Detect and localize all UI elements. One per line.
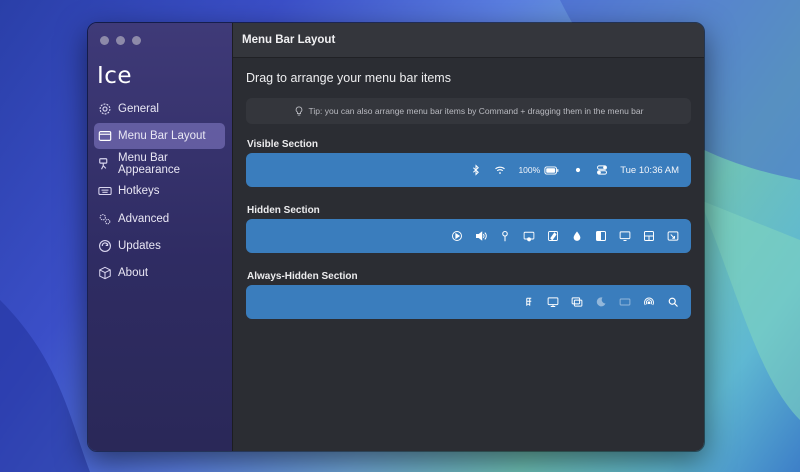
sidebar-nav: General Menu Bar Layout Menu Bar Appeara… [94,96,225,288]
sidebar-item-hotkeys[interactable]: Hotkeys [94,178,225,204]
sidebar-item-advanced[interactable]: Advanced [94,206,225,232]
always-hidden-section-bar[interactable] [246,285,691,319]
sidebar: Ice General Menu Bar Layout Menu Bar App… [88,23,232,451]
minimize-window-button[interactable] [116,36,125,45]
hidden-section-label: Hidden Section [247,205,320,216]
page-heading: Drag to arrange your menu bar items [246,71,451,85]
screen-record-icon[interactable] [523,230,535,242]
bluetooth-icon[interactable] [470,164,482,176]
sidebar-icon[interactable] [595,230,607,242]
visible-section-bar[interactable]: 100% Tue 10:36 AM [246,153,691,187]
pin-icon[interactable] [499,230,511,242]
sidebar-item-general[interactable]: General [94,96,225,122]
wifi-icon[interactable] [494,164,506,176]
volume-icon[interactable] [475,230,487,242]
search-icon[interactable] [667,296,679,308]
battery-icon[interactable] [544,165,560,176]
keypad-icon[interactable] [523,296,535,308]
sidebar-item-menu-bar-appearance[interactable]: Menu Bar Appearance [94,151,225,177]
cube-icon [99,267,111,280]
control-center-icon[interactable] [596,164,608,176]
keyboard-icon [98,187,112,196]
window-controls [100,36,141,45]
main-panel: Menu Bar Layout Drag to arrange your men… [232,23,704,451]
sidebar-item-about[interactable]: About [94,260,225,286]
moon-icon[interactable] [595,296,607,308]
window-stack-icon[interactable] [571,296,583,308]
sidebar-item-label: Menu Bar Layout [118,130,206,143]
tip-text: Tip: you can also arrange menu bar items… [308,106,644,116]
monitor-icon[interactable] [547,296,559,308]
dot-icon[interactable] [572,164,584,176]
menubar-layout-icon [98,131,112,142]
battery-percent: 100% [518,165,541,175]
sidebar-item-label: Menu Bar Appearance [118,151,181,176]
always-hidden-section-label: Always-Hidden Section [247,271,358,282]
close-window-button[interactable] [100,36,109,45]
menu-bar-clock[interactable]: Tue 10:36 AM [620,165,679,176]
visible-section-label: Visible Section [247,139,318,150]
play-icon[interactable] [451,230,463,242]
drop-icon[interactable] [571,230,583,242]
gears-icon [99,213,111,224]
zoom-window-button[interactable] [132,36,141,45]
sidebar-item-label: About [118,267,149,280]
rect-icon[interactable] [619,296,631,308]
airdrop-icon[interactable] [643,296,655,308]
app-title: Ice [97,63,133,89]
gear-icon [99,103,111,115]
sidebar-item-updates[interactable]: Updates [94,233,225,259]
pen-icon[interactable] [547,230,559,242]
tip-banner: Tip: you can also arrange menu bar items… [246,98,691,124]
sidebar-item-label: General [118,103,159,115]
lightbulb-icon [295,106,302,116]
sidebar-item-label: Hotkeys [118,185,160,198]
paintbrush-icon [99,157,108,170]
sidebar-item-label: Advanced [118,212,170,225]
sidebar-item-menu-bar-layout[interactable]: Menu Bar Layout [94,123,225,150]
window-title: Menu Bar Layout [233,23,704,58]
refresh-icon [99,239,111,252]
app-window: Ice General Menu Bar Layout Menu Bar App… [87,22,705,452]
sidebar-item-label: Updates [118,239,161,252]
screen-share-icon[interactable] [667,230,679,242]
hidden-section-bar[interactable] [246,219,691,253]
grid-icon[interactable] [643,230,655,242]
display-icon[interactable] [619,230,631,242]
